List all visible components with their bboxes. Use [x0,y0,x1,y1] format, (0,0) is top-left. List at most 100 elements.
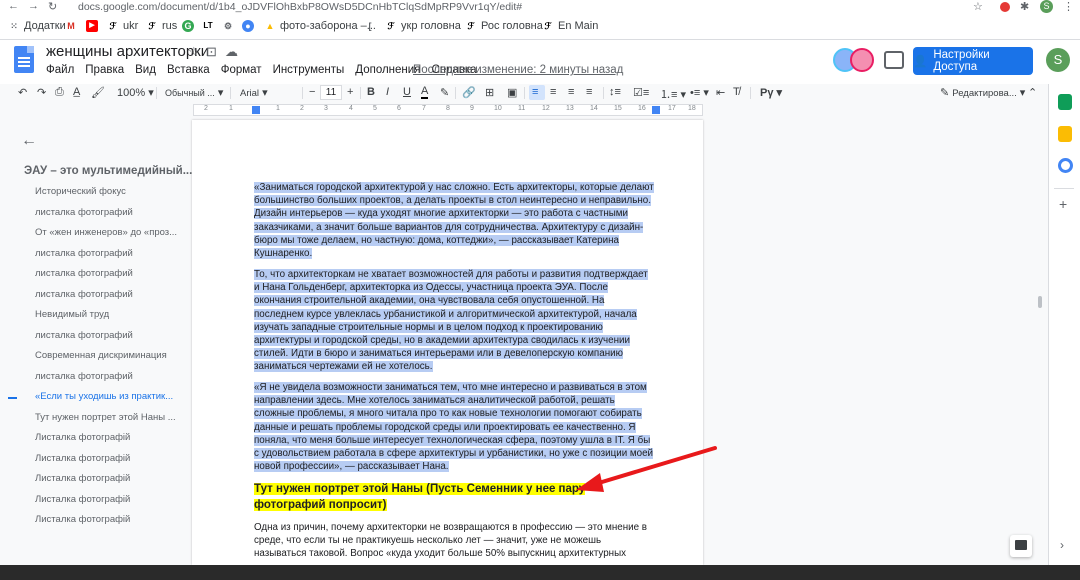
share-button[interactable]: 👤 Настройки Доступа [913,47,1033,75]
decrease-indent-icon[interactable]: ⇤ [716,86,725,99]
bookmark-site-blue[interactable]: ● [242,20,254,32]
outline-item[interactable]: Исторический фокус [35,186,126,197]
bookmark-rus[interactable]: ℱrus [146,20,177,32]
menu-tools[interactable]: Инструменты [273,64,345,76]
editing-mode-select[interactable]: ✎ Редактирова... ▾ [940,86,1025,99]
collapse-toolbar-icon[interactable]: ⌃ [1028,86,1037,99]
paragraph-reasons[interactable]: Одна из причин, почему архитекторки не в… [254,521,654,561]
outline-item[interactable]: Листалка фотографій [35,432,130,443]
bookmark-star-icon[interactable]: ☆ [973,0,983,13]
right-indent-marker[interactable] [652,106,660,114]
reload-icon[interactable]: ↻ [48,0,57,13]
checklist-icon[interactable]: ☑≡ [633,86,649,99]
undo-icon[interactable]: ↶ [18,86,27,99]
extensions-icon[interactable]: ✱ [1020,0,1029,13]
paint-format-icon[interactable]: 🖌 [91,86,105,99]
opera-icon[interactable] [1000,2,1010,12]
link-icon[interactable]: 🔗 [462,86,476,99]
ruler[interactable]: 2 1 1 2 3 4 5 6 7 8 9 10 11 12 13 14 15 … [193,104,703,116]
last-edit-link[interactable]: Последнее изменение: 2 минуты назад [413,64,623,76]
print-icon[interactable]: ⎙ [55,86,64,99]
language-tool-icon[interactable]: Pγ ▾ [760,86,782,99]
indent-marker[interactable] [252,106,260,114]
menu-edit[interactable]: Правка [85,64,124,76]
paragraph-quote-kushnarenko[interactable]: «Заниматься городской архитектурой у нас… [254,181,654,260]
zoom-select[interactable]: 100% ▾ [117,86,154,99]
highlight-icon[interactable]: ✎ [440,86,449,99]
close-outline-arrow-icon[interactable]: ← [21,132,37,150]
expand-panel-icon[interactable]: › [1060,538,1064,552]
collaborator-avatar[interactable] [850,48,874,72]
outline-item[interactable]: листалка фотографий [35,268,133,279]
menu-view[interactable]: Вид [135,64,156,76]
image-icon[interactable]: ▣ [507,86,517,99]
outline-item[interactable]: Тут нужен портрет этой Наны ... [35,412,176,423]
back-nav-icon[interactable]: ← [8,0,19,12]
menu-file[interactable]: Файл [46,64,74,76]
tasks-icon[interactable] [1058,158,1073,173]
sheets-icon[interactable] [1058,94,1072,110]
align-left-icon[interactable]: ≡ [532,86,538,98]
move-folder-icon[interactable]: ⊡ [206,44,217,60]
scrollbar-thumb[interactable] [1038,296,1042,308]
document-title[interactable]: женщины архитекторки [46,43,209,60]
font-size-input[interactable]: 11 [320,85,342,100]
profile-avatar[interactable]: S [1040,0,1053,13]
outline-item[interactable]: Листалка фотографій [35,494,130,505]
outline-item[interactable]: От «жен инженеров» до «проз... [35,227,177,238]
bookmark-ukr-main[interactable]: ℱукр головна [385,20,460,32]
bookmark-ukr[interactable]: ℱukr [107,20,138,32]
bulleted-list-icon[interactable]: •≡ ▾ [690,86,709,99]
bold-icon[interactable]: B [367,86,375,98]
bookmark-lt[interactable]: LT [202,20,214,32]
bookmark-ros-main[interactable]: ℱ Рос головна [465,20,542,32]
align-right-icon[interactable]: ≡ [568,86,574,98]
keep-icon[interactable] [1058,126,1072,142]
explore-button[interactable] [1010,535,1032,557]
bookmark-youtube[interactable]: ▶ [86,20,98,32]
comments-icon[interactable] [884,51,904,69]
outline-item[interactable]: Невидимый труд [35,309,109,320]
italic-icon[interactable]: I [386,86,389,98]
menu-insert[interactable]: Вставка [167,64,210,76]
forward-nav-icon[interactable]: → [28,0,39,12]
align-justify-icon[interactable]: ≡ [586,86,592,98]
text-color-icon[interactable]: A [421,86,429,99]
bookmark-apps[interactable]: ⁙ Додатки [8,20,66,32]
outline-item[interactable]: Листалка фотографій [35,514,130,525]
outline-item[interactable]: листалка фотографий [35,248,133,259]
menu-format[interactable]: Формат [221,64,262,76]
add-addon-icon[interactable]: + [1059,196,1067,212]
font-size-increase-icon[interactable]: + [347,86,353,98]
outline-item[interactable]: Листалка фотографій [35,453,130,464]
font-size-decrease-icon[interactable]: − [309,86,315,98]
browser-menu-icon[interactable]: ⋮ [1063,0,1074,13]
docs-logo-icon[interactable] [14,46,34,73]
bookmark-drive[interactable]: ▲ фото-заборона –... [264,20,376,32]
numbered-list-icon[interactable]: ⒈≡ ▾ [660,86,686,102]
bookmark-en-main[interactable]: ℱ En Main [542,20,598,32]
url-text[interactable]: docs.google.com/document/d/1b4_oJDVFlOhB… [78,1,522,13]
bookmark-gmail[interactable]: M [65,20,77,32]
paragraph-goldenberg[interactable]: То, что архитекторкам не хватает возможн… [254,268,654,374]
redo-icon[interactable]: ↷ [37,86,46,99]
outline-item[interactable]: листалка фотографий [35,289,133,300]
line-spacing-icon[interactable]: ↕≡ [609,86,621,98]
bookmark-bracket[interactable]: [ [364,20,376,32]
font-select[interactable]: Arial ▾ [240,86,268,99]
outline-item[interactable]: Листалка фотографій [35,473,130,484]
outline-item[interactable]: листалка фотографий [35,207,133,218]
outline-item-active[interactable]: «Если ты уходишь из практик... [35,391,173,402]
underline-icon[interactable]: U [403,86,411,98]
user-avatar[interactable]: S [1046,48,1070,72]
outline-heading[interactable]: ЭАУ – это мультимедийный... [24,165,192,177]
align-center-icon[interactable]: ≡ [550,86,556,98]
clear-formatting-icon[interactable]: T̸ [733,86,740,98]
outline-item[interactable]: листалка фотографий [35,330,133,341]
style-select[interactable]: Обычный ... ▾ [165,86,223,99]
bookmark-site-green[interactable]: G [182,20,194,32]
spellcheck-icon[interactable]: A̲ [73,86,80,98]
add-comment-icon[interactable]: ⊞ [485,86,494,99]
bookmark-gear[interactable]: ⚙ [222,20,234,32]
menu-addons[interactable]: Дополнения [355,64,420,76]
